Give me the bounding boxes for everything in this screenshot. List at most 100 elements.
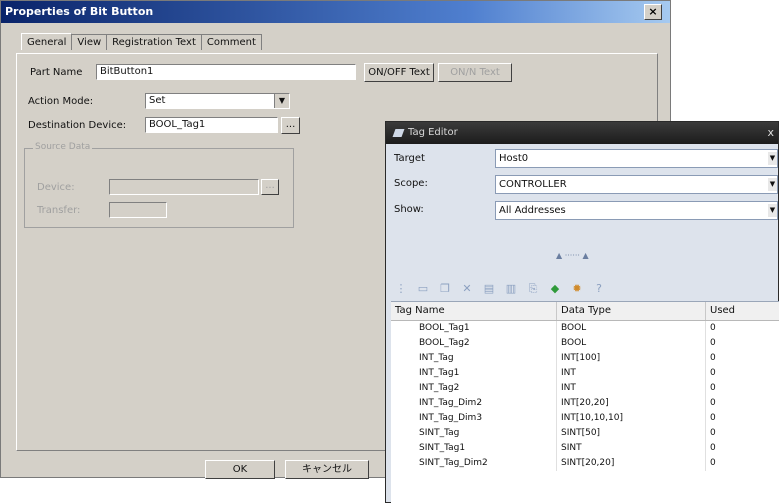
settings-icon[interactable]: ✹: [570, 282, 584, 296]
table-row[interactable]: INT_Tag2 INT 0: [391, 381, 779, 396]
target-value: Host0: [499, 153, 529, 164]
dialog-title-bar: Properties of Bit Button ×: [1, 1, 670, 23]
chevron-down-icon: ▼: [768, 152, 777, 165]
data-type-cell: INT: [557, 366, 706, 381]
data-type-cell: INT: [557, 381, 706, 396]
table-row[interactable]: INT_Tag_Dim2 INT[20,20] 0: [391, 396, 779, 411]
tag-name-cell: INT_Tag1: [391, 366, 557, 381]
data-type-cell: BOOL: [557, 336, 706, 351]
close-icon[interactable]: ×: [644, 4, 662, 20]
tag-editor-app-icon: [392, 129, 405, 137]
copy-icon[interactable]: ❐: [438, 282, 452, 296]
show-label: Show:: [394, 204, 424, 215]
table-row[interactable]: BOOL_Tag2 BOOL 0: [391, 336, 779, 351]
close-icon[interactable]: x: [767, 122, 774, 144]
action-mode-value: Set: [149, 95, 166, 106]
tab-registration-text[interactable]: Registration Text: [106, 34, 202, 50]
chevron-down-icon: ▼: [768, 204, 777, 217]
dialog-title: Properties of Bit Button: [5, 5, 154, 18]
used-cell: 0: [706, 336, 779, 351]
used-cell: 0: [706, 351, 779, 366]
column-header-used[interactable]: Used: [706, 302, 779, 320]
table-row[interactable]: BOOL_Tag1 BOOL 0: [391, 321, 779, 336]
tab-view[interactable]: View: [71, 34, 108, 50]
show-value: All Addresses: [499, 205, 566, 216]
action-mode-label: Action Mode:: [28, 96, 94, 107]
tab-strip: General View Registration Text Comment: [21, 33, 262, 50]
used-cell: 0: [706, 321, 779, 336]
part-name-label: Part Name: [30, 67, 83, 78]
data-type-cell: BOOL: [557, 321, 706, 336]
data-type-cell: INT[100]: [557, 351, 706, 366]
paste-icon[interactable]: ⎘: [526, 282, 540, 296]
group-device-browse-button: ...: [261, 179, 279, 195]
data-type-cell: INT[20,20]: [557, 396, 706, 411]
off-text-button[interactable]: ON/OFF Text: [364, 63, 434, 82]
tag-name-cell: BOOL_Tag1: [391, 321, 557, 336]
table-row[interactable]: SINT_Tag1 SINT 0: [391, 441, 779, 456]
source-data-group: Source Data Device: ... Transfer:: [24, 142, 294, 228]
ok-button[interactable]: OK: [205, 460, 275, 479]
refresh-icon[interactable]: ◆: [548, 282, 562, 296]
tag-name-cell: SINT_Tag1: [391, 441, 557, 456]
tag-name-cell: BOOL_Tag2: [391, 336, 557, 351]
destination-device-label: Destination Device:: [28, 120, 127, 131]
data-type-cell: SINT: [557, 441, 706, 456]
used-cell: 0: [706, 381, 779, 396]
help-icon[interactable]: ?: [592, 282, 606, 296]
tag-name-cell: SINT_Tag: [391, 426, 557, 441]
table-row[interactable]: INT_Tag1 INT 0: [391, 366, 779, 381]
part-name-input[interactable]: BitButton1: [96, 64, 356, 80]
data-type-cell: SINT[50]: [557, 426, 706, 441]
table-row[interactable]: SINT_Tag_Dim2 SINT[20,20] 0: [391, 456, 779, 471]
used-cell: 0: [706, 426, 779, 441]
used-cell: 0: [706, 441, 779, 456]
tag-table: Tag Name Data Type Used BOOL_Tag1 BOOL 0 B…: [391, 301, 779, 504]
tag-name-cell: INT_Tag2: [391, 381, 557, 396]
table-row[interactable]: INT_Tag INT[100] 0: [391, 351, 779, 366]
source-data-group-title: Source Data: [33, 142, 93, 152]
destination-browse-button[interactable]: ...: [281, 117, 300, 134]
group-transfer-label: Transfer:: [37, 205, 81, 216]
used-cell: 0: [706, 456, 779, 471]
scope-value: CONTROLLER: [499, 179, 567, 190]
chevron-down-icon: ▼: [768, 178, 777, 191]
tag-name-cell: SINT_Tag_Dim2: [391, 456, 557, 471]
chevron-down-icon: ▼: [274, 94, 289, 108]
column-header-tag-name[interactable]: Tag Name: [391, 302, 557, 320]
new-tag-icon[interactable]: ▭: [416, 282, 430, 296]
scope-label: Scope:: [394, 178, 428, 189]
used-cell: 0: [706, 396, 779, 411]
group-device-label: Device:: [37, 182, 75, 193]
target-label: Target: [394, 153, 425, 164]
destination-device-input[interactable]: BOOL_Tag1: [145, 117, 278, 133]
table-row[interactable]: INT_Tag_Dim3 INT[10,10,10] 0: [391, 411, 779, 426]
table-row[interactable]: SINT_Tag SINT[50] 0: [391, 426, 779, 441]
column-header-data-type[interactable]: Data Type: [557, 302, 706, 320]
tag-name-cell: INT_Tag_Dim3: [391, 411, 557, 426]
import-icon[interactable]: ▤: [482, 282, 496, 296]
target-select[interactable]: Host0 ▼: [495, 149, 778, 168]
used-cell: 0: [706, 366, 779, 381]
tab-general[interactable]: General: [21, 33, 73, 50]
data-type-cell: INT[10,10,10]: [557, 411, 706, 426]
action-mode-select[interactable]: Set ▼: [145, 93, 290, 109]
cancel-button[interactable]: キャンセル: [285, 460, 369, 479]
on-text-button: ON/N Text: [438, 63, 512, 82]
group-device-input: [109, 179, 259, 195]
splitter-grip-icon[interactable]: ▲ ······ ▲: [556, 251, 589, 260]
show-select[interactable]: All Addresses ▼: [495, 201, 778, 220]
delete-icon[interactable]: ✕: [460, 282, 474, 296]
export-icon[interactable]: ▥: [504, 282, 518, 296]
tag-name-cell: INT_Tag: [391, 351, 557, 366]
tag-editor-window: Tag Editor x Target Host0 ▼ Scope: CONTR…: [385, 121, 779, 504]
tag-editor-title: Tag Editor: [408, 127, 458, 138]
tag-name-cell: INT_Tag_Dim2: [391, 396, 557, 411]
tag-toolbar: ⋮ ▭ ❐ ✕ ▤ ▥ ⎘ ◆ ✹ ?: [394, 279, 606, 299]
scope-select[interactable]: CONTROLLER ▼: [495, 175, 778, 194]
used-cell: 0: [706, 411, 779, 426]
tag-editor-title-bar: Tag Editor x: [386, 122, 778, 144]
data-type-cell: SINT[20,20]: [557, 456, 706, 471]
tag-table-header: Tag Name Data Type Used: [391, 302, 779, 321]
tab-comment[interactable]: Comment: [200, 34, 262, 50]
